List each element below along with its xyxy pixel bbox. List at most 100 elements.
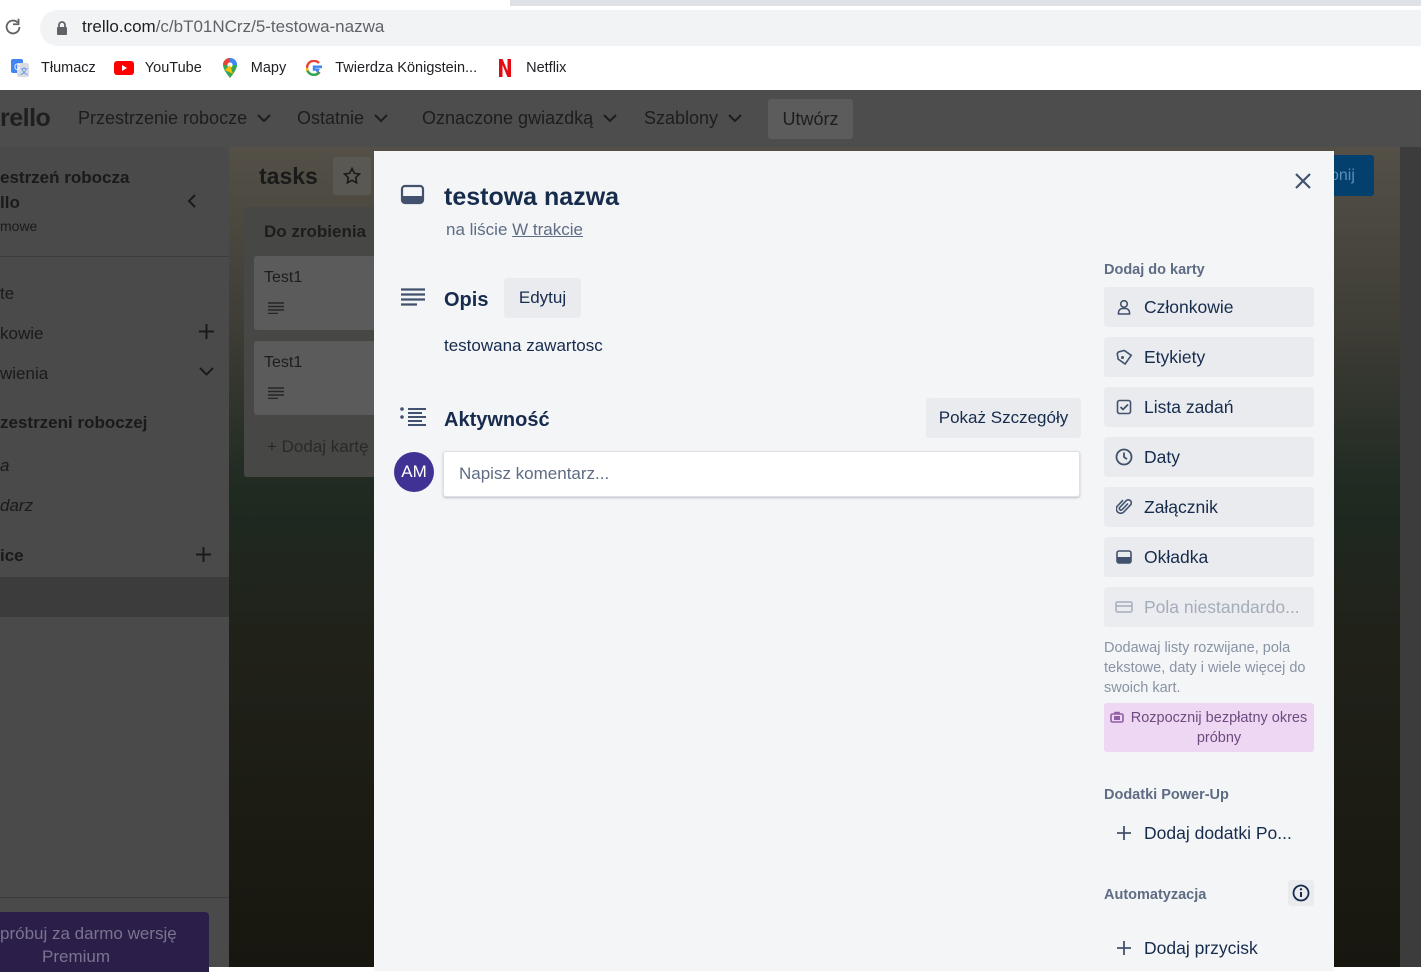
reload-icon[interactable] xyxy=(2,16,24,38)
chevron-down-icon xyxy=(603,114,617,123)
labels-label: Etykiety xyxy=(1144,346,1206,367)
nav-recent[interactable]: Ostatnie xyxy=(297,108,388,129)
list-title[interactable]: Do zrobienia xyxy=(264,222,366,242)
add-button-button[interactable]: Dodaj przycisk xyxy=(1104,928,1314,968)
members-label: Członkowie xyxy=(1144,296,1234,317)
bookmarks-bar: G文 Tłumacz YouTube Mapy Twierdza Königst… xyxy=(0,54,584,82)
chevron-down-icon xyxy=(374,114,388,123)
sidebar-divider xyxy=(0,256,229,257)
checklist-button[interactable]: Lista zadań xyxy=(1104,387,1314,427)
bookmark-tlumacz[interactable]: G文 Tłumacz xyxy=(10,59,96,77)
url-text[interactable]: trello.com/c/bT01NCrz/5-testowa-nazwa xyxy=(82,17,384,37)
edit-description-button[interactable]: Edytuj xyxy=(504,278,581,318)
attachment-label: Załącznik xyxy=(1144,496,1218,517)
cover-button[interactable]: Okładka xyxy=(1104,537,1314,577)
dates-button[interactable]: Daty xyxy=(1104,437,1314,477)
add-card-label: Dodaj kartę xyxy=(281,437,369,456)
card-title[interactable]: testowa nazwa xyxy=(444,183,619,212)
add-button-label: Dodaj przycisk xyxy=(1144,937,1258,958)
avatar[interactable]: AM xyxy=(394,452,434,492)
tab-strip xyxy=(0,0,1421,6)
bookmark-label: YouTube xyxy=(144,60,202,76)
star-icon xyxy=(343,167,361,185)
dates-label: Daty xyxy=(1144,446,1180,467)
card-title: Test1 xyxy=(264,354,303,371)
youtube-icon xyxy=(113,59,134,77)
close-icon[interactable] xyxy=(1290,168,1316,194)
google-translate-icon: G文 xyxy=(10,59,30,77)
plus-icon[interactable] xyxy=(195,546,212,563)
powerups-heading: Dodatki Power-Up xyxy=(1104,787,1229,803)
sidebar-divider xyxy=(0,897,229,898)
start-trial-button[interactable]: Rozpocznij bezpłatny okres próbny xyxy=(1104,703,1314,752)
plus-icon xyxy=(1104,940,1144,956)
description-text[interactable]: testowana zawartosc xyxy=(444,336,603,356)
comment-input[interactable] xyxy=(443,451,1080,497)
share-button[interactable]: onij xyxy=(1330,155,1374,196)
bookmark-netflix[interactable]: Netflix xyxy=(495,59,566,77)
bookmark-mapy[interactable]: Mapy xyxy=(220,58,287,78)
active-tab[interactable] xyxy=(0,0,510,6)
description-icon xyxy=(268,302,284,314)
info-icon[interactable] xyxy=(1288,880,1314,906)
label-icon xyxy=(1104,349,1144,366)
nav-templates[interactable]: Szablony xyxy=(644,108,742,129)
custom-fields-label: Pola niestandardo... xyxy=(1144,596,1300,617)
card-icon xyxy=(400,184,425,205)
chevron-down-icon[interactable] xyxy=(199,367,214,376)
trello-logo[interactable]: rello xyxy=(0,104,51,133)
sidebar-item-table[interactable]: a xyxy=(0,456,9,476)
netflix-icon xyxy=(495,59,515,77)
star-button[interactable] xyxy=(333,157,371,195)
activity-heading: Aktywność xyxy=(444,409,550,431)
add-powerups-button[interactable]: Dodaj dodatki Po... xyxy=(1104,813,1314,853)
plus-icon[interactable] xyxy=(198,323,215,340)
bookmark-youtube[interactable]: YouTube xyxy=(113,59,202,77)
board-card[interactable] xyxy=(254,256,376,330)
nav-workspaces[interactable]: Przestrzenie robocze xyxy=(78,108,271,129)
create-button[interactable]: Utwórz xyxy=(768,99,853,139)
bookmark-label: Mapy xyxy=(250,60,287,76)
nav-label: Szablony xyxy=(644,108,719,128)
url-host: trello.com xyxy=(82,17,156,36)
activity-icon xyxy=(400,407,426,426)
lock-icon[interactable] xyxy=(56,20,68,36)
plus-icon xyxy=(1104,825,1144,841)
sidebar-item-members[interactable]: kowie xyxy=(0,324,43,344)
svg-text:文: 文 xyxy=(20,66,28,76)
list-link[interactable]: W trakcie xyxy=(512,220,583,239)
workspace-name-line2: llo xyxy=(0,193,20,212)
nav-label: Przestrzenie robocze xyxy=(78,108,248,128)
sidebar-item-current-board[interactable] xyxy=(0,577,229,617)
add-card-button[interactable]: + Dodaj kartę xyxy=(267,437,369,457)
members-button[interactable]: Członkowie xyxy=(1104,287,1314,327)
bookmark-label: Tłumacz xyxy=(41,60,96,76)
board-title[interactable]: tasks xyxy=(259,163,318,190)
custom-fields-button[interactable]: Pola niestandardo... xyxy=(1104,587,1314,627)
nav-label: Ostatnie xyxy=(297,108,365,128)
briefcase-icon xyxy=(1110,709,1124,729)
chevron-down-icon xyxy=(257,114,271,123)
sidebar-item-settings[interactable]: wienia xyxy=(0,364,48,384)
collapse-sidebar-icon[interactable] xyxy=(187,194,197,208)
sidebar-item-calendar[interactable]: darz xyxy=(0,496,33,516)
nav-starred[interactable]: Oznaczone gwiazdką xyxy=(422,108,617,129)
board-menu-strip xyxy=(1400,147,1421,967)
sidebar-item-boards[interactable]: te xyxy=(0,284,14,304)
show-details-button[interactable]: Pokaż Szczegóły xyxy=(926,398,1081,438)
attachment-button[interactable]: Załącznik xyxy=(1104,487,1314,527)
description-icon xyxy=(268,387,284,399)
premium-trial-button[interactable]: próbuj za darmo wersję Premium xyxy=(0,912,209,972)
checklist-icon xyxy=(1104,399,1144,415)
labels-button[interactable]: Etykiety xyxy=(1104,337,1314,377)
nav-label: Oznaczone gwiazdką xyxy=(422,108,594,128)
custom-fields-help: Dodawaj listy rozwijane, pola tekstowe, … xyxy=(1104,640,1306,696)
board-card[interactable] xyxy=(254,341,376,415)
checklist-label: Lista zadań xyxy=(1144,396,1234,417)
bookmark-konigstein[interactable]: Twierdza Königstein... xyxy=(304,59,477,77)
cover-label: Okładka xyxy=(1144,546,1209,567)
card-title: Test1 xyxy=(264,269,303,286)
list-location: na liście W trakcie xyxy=(446,220,583,240)
description-heading: Opis xyxy=(444,289,489,311)
bookmark-label: Netflix xyxy=(526,60,567,76)
